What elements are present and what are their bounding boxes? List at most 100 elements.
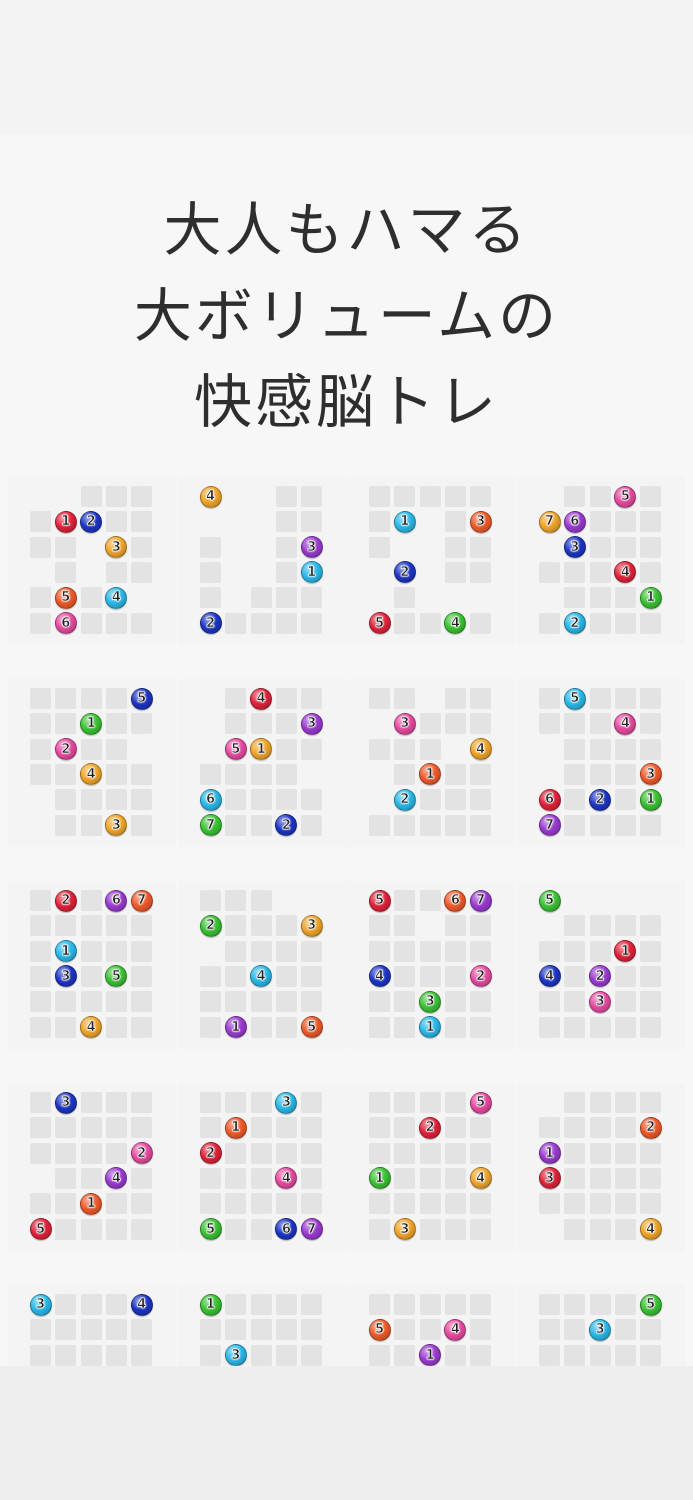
number-ball[interactable]: 5 — [224, 738, 247, 761]
puzzle-thumbnail[interactable]: 2 1 3 4 — [517, 1083, 685, 1251]
number-ball[interactable]: 3 — [538, 1167, 561, 1190]
number-ball[interactable]: 5 — [130, 687, 153, 710]
number-ball[interactable]: 7 — [130, 889, 153, 912]
number-ball[interactable]: 3 — [105, 814, 128, 836]
puzzle-thumbnail[interactable]: 4 3 1 2 — [178, 477, 346, 645]
number-ball[interactable]: 5 — [614, 485, 637, 508]
number-ball[interactable]: 5 — [29, 1218, 52, 1240]
number-ball[interactable]: 4 — [250, 687, 273, 710]
number-ball[interactable]: 1 — [614, 940, 637, 963]
number-ball[interactable]: 7 — [300, 1218, 323, 1240]
number-ball[interactable]: 1 — [199, 1293, 222, 1316]
number-ball[interactable]: 1 — [250, 738, 273, 761]
number-ball[interactable]: 3 — [563, 536, 586, 559]
puzzle-thumbnail[interactable]: 5 67 4 2 3 1 — [347, 881, 515, 1049]
number-ball[interactable]: 3 — [29, 1293, 52, 1316]
number-ball[interactable]: 2 — [393, 561, 416, 584]
number-ball[interactable]: 3 — [300, 914, 323, 937]
number-ball[interactable]: 3 — [300, 712, 323, 735]
number-ball[interactable]: 4 — [105, 586, 128, 609]
number-ball[interactable]: 5 — [368, 612, 391, 634]
number-ball[interactable]: 3 — [469, 510, 492, 533]
number-ball[interactable]: 6 — [199, 788, 222, 811]
number-ball[interactable]: 4 — [639, 1218, 662, 1240]
number-ball[interactable]: 6 — [563, 510, 586, 533]
number-ball[interactable]: 3 — [589, 990, 612, 1013]
puzzle-thumbnail[interactable]: 13 — [178, 1285, 346, 1366]
number-ball[interactable]: 7 — [469, 889, 492, 912]
number-ball[interactable]: 2 — [393, 788, 416, 811]
number-ball[interactable]: 3 — [224, 1344, 247, 1366]
number-ball[interactable]: 1 — [639, 788, 662, 811]
number-ball[interactable]: 2 — [419, 1116, 442, 1139]
number-ball[interactable]: 4 — [368, 965, 391, 988]
number-ball[interactable]: 1 — [80, 1192, 103, 1215]
number-ball[interactable]: 1 — [224, 1116, 247, 1139]
number-ball[interactable]: 4 — [444, 612, 467, 634]
number-ball[interactable]: 2 — [469, 965, 492, 988]
number-ball[interactable]: 3 — [393, 1218, 416, 1240]
number-ball[interactable]: 1 — [393, 510, 416, 533]
number-ball[interactable]: 2 — [54, 889, 77, 912]
number-ball[interactable]: 1 — [54, 940, 77, 963]
number-ball[interactable]: 1 — [419, 763, 442, 786]
number-ball[interactable]: 3 — [419, 990, 442, 1013]
number-ball[interactable]: 5 — [563, 687, 586, 710]
number-ball[interactable]: 2 — [80, 510, 103, 533]
number-ball[interactable]: 7 — [199, 814, 222, 836]
puzzle-thumbnail[interactable]: 123 5 4 6 — [8, 477, 176, 645]
number-ball[interactable]: 5 — [368, 1318, 391, 1341]
puzzle-thumbnail[interactable]: 5 124 3 — [8, 679, 176, 847]
number-ball[interactable]: 6 — [54, 612, 77, 634]
puzzle-thumbnail[interactable]: 4 3 51 6 7 2 — [178, 679, 346, 847]
number-ball[interactable]: 5 — [105, 965, 128, 988]
number-ball[interactable]: 1 — [300, 561, 323, 584]
number-ball[interactable]: 5 — [300, 1016, 323, 1038]
number-ball[interactable]: 6 — [538, 788, 561, 811]
number-ball[interactable]: 1 — [368, 1167, 391, 1190]
puzzle-thumbnail[interactable]: 2 67 1 3 5 4 — [8, 881, 176, 1049]
number-ball[interactable]: 4 — [250, 965, 273, 988]
number-ball[interactable]: 3 — [589, 1318, 612, 1341]
number-ball[interactable]: 2 — [199, 1142, 222, 1165]
number-ball[interactable]: 2 — [639, 1116, 662, 1139]
number-ball[interactable]: 2 — [130, 1142, 153, 1165]
number-ball[interactable]: 4 — [80, 1016, 103, 1038]
puzzle-thumbnail[interactable]: 1 3 2 5 4 — [347, 477, 515, 645]
number-ball[interactable]: 7 — [538, 510, 561, 533]
number-ball[interactable]: 5 — [54, 586, 77, 609]
number-ball[interactable]: 4 — [538, 965, 561, 988]
number-ball[interactable]: 4 — [444, 1318, 467, 1341]
number-ball[interactable]: 2 — [199, 914, 222, 937]
number-ball[interactable]: 6 — [275, 1218, 298, 1240]
number-ball[interactable]: 5 — [199, 1218, 222, 1240]
number-ball[interactable]: 4 — [614, 561, 637, 584]
number-ball[interactable]: 2 — [275, 814, 298, 836]
number-ball[interactable]: 1 — [80, 712, 103, 735]
number-ball[interactable]: 2 — [199, 612, 222, 634]
number-ball[interactable]: 1 — [54, 510, 77, 533]
puzzle-thumbnail[interactable]: 2 3 4 1 5 — [178, 881, 346, 1049]
number-ball[interactable]: 4 — [469, 738, 492, 761]
number-ball[interactable]: 4 — [105, 1167, 128, 1190]
number-ball[interactable]: 3 — [275, 1091, 298, 1114]
number-ball[interactable]: 3 — [300, 536, 323, 559]
puzzle-thumbnail[interactable]: 5 1 4 2 3 — [517, 881, 685, 1049]
number-ball[interactable]: 4 — [130, 1293, 153, 1316]
number-ball[interactable]: 4 — [469, 1167, 492, 1190]
number-ball[interactable]: 3 — [54, 1091, 77, 1114]
number-ball[interactable]: 1 — [224, 1016, 247, 1038]
puzzle-thumbnail[interactable]: 3 241 5 — [8, 1083, 176, 1251]
number-ball[interactable]: 3 — [639, 763, 662, 786]
number-ball[interactable]: 1 — [538, 1142, 561, 1165]
number-ball[interactable]: 2 — [54, 738, 77, 761]
number-ball[interactable]: 2 — [563, 612, 586, 634]
number-ball[interactable]: 2 — [589, 788, 612, 811]
number-ball[interactable]: 3 — [105, 536, 128, 559]
puzzle-thumbnail[interactable]: 34 — [8, 1285, 176, 1366]
number-ball[interactable]: 4 — [614, 712, 637, 735]
number-ball[interactable]: 1 — [419, 1016, 442, 1038]
number-ball[interactable]: 6 — [444, 889, 467, 912]
puzzle-thumbnail[interactable]: 53 — [517, 1285, 685, 1366]
number-ball[interactable]: 3 — [393, 712, 416, 735]
